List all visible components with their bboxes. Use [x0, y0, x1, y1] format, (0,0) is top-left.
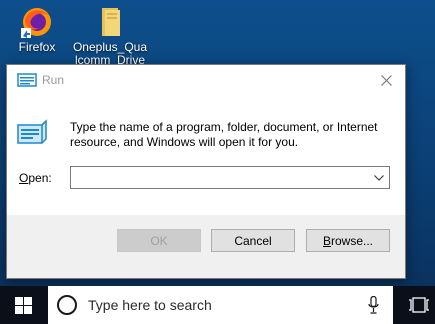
- cancel-button[interactable]: Cancel: [211, 229, 295, 252]
- task-view-icon: [409, 297, 429, 313]
- dialog-footer: OK Cancel Browse...: [7, 215, 405, 278]
- taskbar: Type here to search: [0, 286, 435, 324]
- task-view-button[interactable]: [403, 286, 435, 324]
- chevron-down-icon: [374, 174, 384, 181]
- open-combobox[interactable]: [70, 166, 390, 189]
- open-label-text: pen:: [28, 171, 52, 185]
- desktop-icon-firefox[interactable]: Firefox: [0, 6, 77, 54]
- open-input[interactable]: [71, 167, 367, 188]
- search-icon: [56, 294, 78, 316]
- windows-logo-icon: [15, 296, 32, 314]
- start-button[interactable]: [0, 286, 47, 324]
- run-icon: [16, 119, 50, 145]
- desktop-icon-label: Firefox: [18, 40, 56, 54]
- close-icon: [380, 74, 392, 86]
- desktop: Firefox Oneplus_Qua lcomm_Drive Run Type…: [0, 0, 435, 324]
- browse-button[interactable]: Browse...: [306, 229, 390, 252]
- taskbar-search-box[interactable]: Type here to search: [48, 286, 393, 324]
- desktop-icon-folder[interactable]: Oneplus_Qua lcomm_Drive: [70, 6, 150, 67]
- dialog-description: Type the name of a program, folder, docu…: [70, 120, 378, 149]
- browse-label: rowse...: [331, 233, 374, 248]
- microphone-icon[interactable]: [368, 295, 379, 314]
- firefox-icon: [21, 6, 53, 38]
- open-label: Open:: [19, 171, 52, 185]
- browse-accelerator: B: [322, 233, 331, 248]
- title-bar[interactable]: Run: [7, 65, 405, 95]
- search-placeholder: Type here to search: [88, 297, 212, 313]
- open-label-accelerator: O: [19, 171, 29, 185]
- run-app-icon: [17, 73, 37, 87]
- run-dialog: Run Type the name of a program, folder, …: [6, 64, 406, 279]
- close-button[interactable]: [367, 65, 405, 95]
- ok-button[interactable]: OK: [117, 229, 201, 252]
- folder-icon: [94, 6, 126, 38]
- dialog-title: Run: [42, 73, 65, 87]
- open-dropdown-button[interactable]: [369, 167, 389, 188]
